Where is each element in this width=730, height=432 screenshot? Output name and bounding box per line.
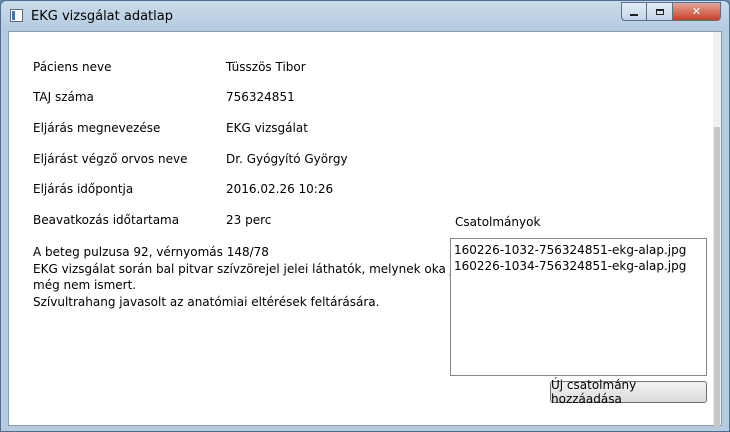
minimize-icon xyxy=(630,13,638,16)
procedure-name-value: EKG vizsgálat xyxy=(226,121,308,135)
notes-text: A beteg pulzusa 92, vérnyomás 148/78 EKG… xyxy=(33,244,497,310)
patient-name-value: Tüsszös Tibor xyxy=(226,60,306,74)
datetime-value: 2016.02.26 10:26 xyxy=(226,182,334,196)
notes-line: még nem ismert. xyxy=(33,278,137,292)
datetime-label: Eljárás időpontja xyxy=(33,182,134,196)
maximize-icon xyxy=(655,8,664,15)
doctor-value: Dr. Gyógyító György xyxy=(226,152,348,166)
window-title: EKG vizsgálat adatlap xyxy=(31,9,173,24)
procedure-name-label: Eljárás megnevezése xyxy=(33,121,161,135)
app-icon[interactable] xyxy=(10,9,23,22)
notes-line: A beteg pulzusa 92, vérnyomás 148/78 xyxy=(33,245,269,259)
minimize-button[interactable] xyxy=(621,2,647,21)
patient-name-label: Páciens neve xyxy=(33,60,112,74)
add-attachment-button[interactable]: Új csatolmány hozzáadása xyxy=(550,378,707,406)
close-icon: ✕ xyxy=(691,5,702,18)
attachments-title: Csatolmányok xyxy=(455,215,541,229)
form-panel: Páciens neve Tüsszös Tibor TAJ száma 756… xyxy=(8,31,722,427)
duration-label: Beavatkozás időtartama xyxy=(33,213,180,227)
caption-buttons: ✕ xyxy=(621,2,723,21)
taj-label: TAJ száma xyxy=(33,90,94,104)
close-button[interactable]: ✕ xyxy=(673,2,721,21)
title-bar[interactable]: EKG vizsgálat adatlap ✕ xyxy=(1,1,729,31)
taj-value: 756324851 xyxy=(226,90,295,104)
doctor-label: Eljárást végző orvos neve xyxy=(33,152,188,166)
app-window: EKG vizsgálat adatlap ✕ Páciens neve Tüs… xyxy=(0,0,730,432)
attachment-item[interactable]: 160226-1032-756324851-ekg-alap.jpg xyxy=(454,242,703,258)
scrollbar[interactable] xyxy=(713,32,721,427)
scrollbar-thumb[interactable] xyxy=(714,127,720,427)
notes-line: Szívultrahang javasolt az anatómiai elté… xyxy=(33,294,380,309)
maximize-button[interactable] xyxy=(647,2,673,21)
attachments-list[interactable]: 160226-1032-756324851-ekg-alap.jpg 16022… xyxy=(450,238,707,376)
attachment-item[interactable]: 160226-1034-756324851-ekg-alap.jpg xyxy=(454,258,703,274)
duration-value: 23 perc xyxy=(226,213,272,227)
notes-line: EKG vizsgálat során bal pitvar szívzörej… xyxy=(33,261,497,276)
